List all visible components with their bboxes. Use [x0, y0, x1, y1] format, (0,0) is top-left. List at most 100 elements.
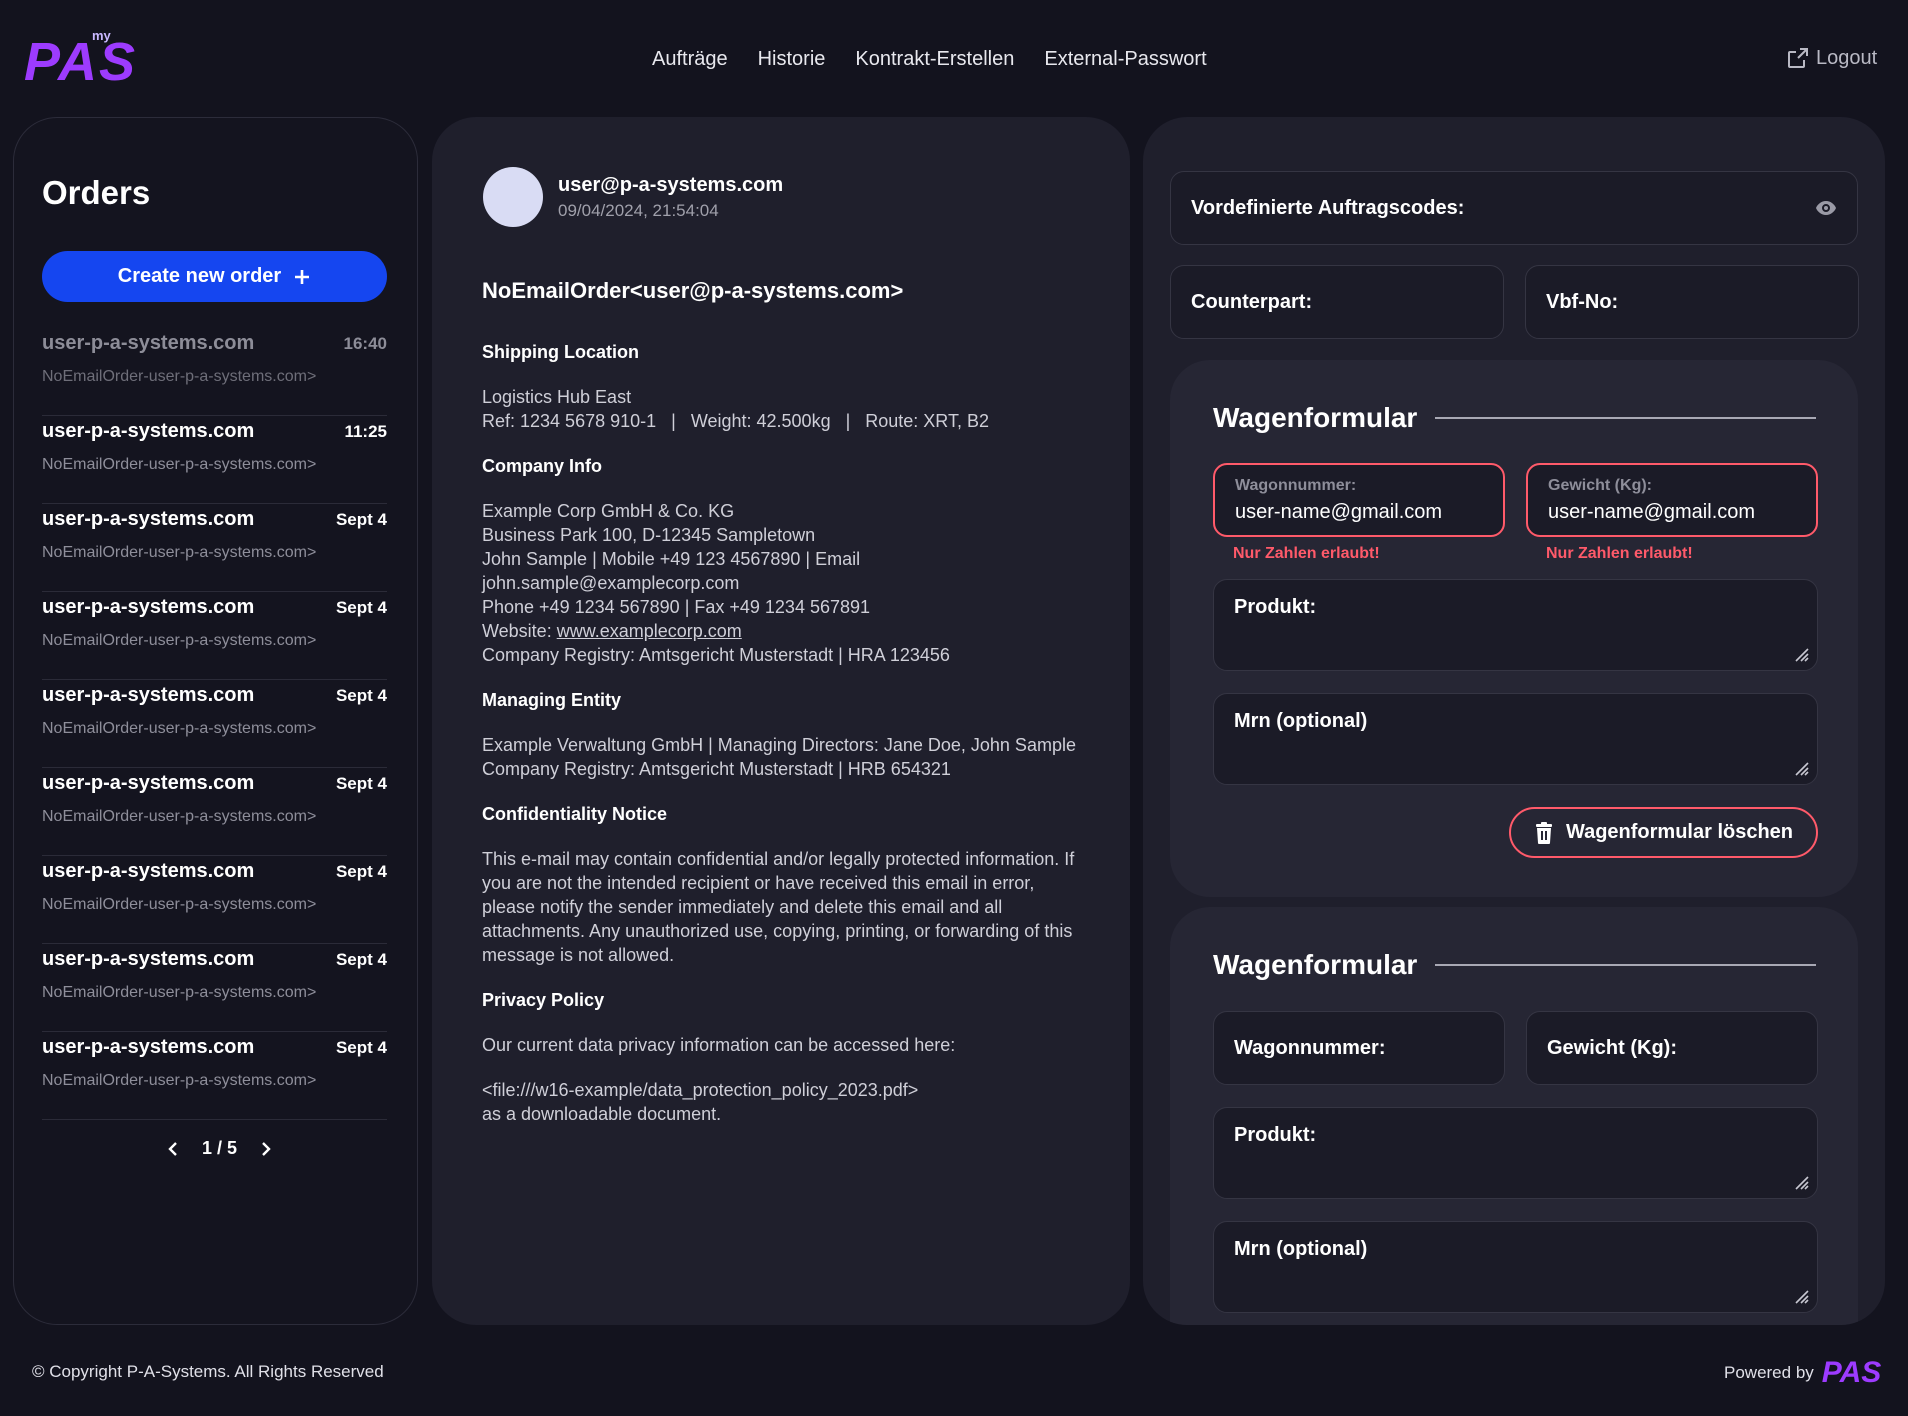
nav-historie[interactable]: Historie	[758, 48, 826, 71]
privacy-link[interactable]: <file:///w16-example/data_protection_pol…	[482, 1080, 918, 1100]
powered-by-logo: PAS	[1821, 1356, 1882, 1389]
resize-grip-icon[interactable]	[1795, 648, 1809, 662]
copyright-text: © Copyright P-A-Systems. All Rights Rese…	[32, 1362, 384, 1381]
product-textarea[interactable]: Produkt:	[1213, 1107, 1818, 1199]
wagon-number-label: Wagonnummer:	[1235, 477, 1357, 494]
order-sender: user-p-a-systems.com	[42, 948, 255, 970]
resize-grip-icon[interactable]	[1795, 1176, 1809, 1190]
company-registry: Company Registry: Amtsgericht Musterstad…	[482, 645, 950, 665]
company-website-link[interactable]: www.examplecorp.com	[557, 621, 742, 641]
page-indicator: 1 / 5	[202, 1138, 238, 1158]
resize-grip-icon[interactable]	[1795, 762, 1809, 776]
company-name: Example Corp GmbH & Co. KG	[482, 501, 735, 521]
order-subject: NoEmailOrder-user-p-a-systems.com>	[42, 808, 317, 825]
managing-heading: Managing Entity	[482, 690, 621, 710]
managing-section: Example Verwaltung GmbH | Managing Direc…	[482, 733, 1092, 781]
order-list-item[interactable]: user-p-a-systems.com Sept 4 NoEmailOrder…	[42, 680, 387, 768]
wagon-number-error: Nur Zahlen erlaubt!	[1233, 545, 1380, 562]
order-time: Sept 4	[335, 510, 387, 529]
vbf-no-label: Vbf-No:	[1546, 290, 1619, 313]
company-phone: Phone +49 1234 567890 | Fax +49 1234 567…	[482, 597, 871, 617]
title-divider	[1435, 417, 1816, 419]
mrn-textarea[interactable]: Mrn (optional)	[1213, 1221, 1818, 1313]
wagon-form-card: Wagenformular Wagonnummer: Gewicht (Kg):…	[1170, 907, 1858, 1325]
logout-button[interactable]: Logout	[1786, 46, 1877, 70]
privacy-text: Our current data privacy information can…	[482, 1035, 956, 1055]
managing-directors: Example Verwaltung GmbH | Managing Direc…	[482, 735, 1076, 755]
orders-list: user-p-a-systems.com 16:40 NoEmailOrder-…	[42, 328, 387, 1120]
order-list-item[interactable]: user-p-a-systems.com 11:25 NoEmailOrder-…	[42, 416, 387, 504]
order-sender: user-p-a-systems.com	[42, 1036, 255, 1058]
shipping-heading: Shipping Location	[482, 342, 639, 362]
delete-wagon-form-label: Wagenformular löschen	[1565, 821, 1794, 843]
nav-external-passwort[interactable]: External-Passwort	[1044, 48, 1206, 71]
email-date: 09/04/2024, 21:54:04	[558, 201, 719, 220]
order-list-item[interactable]: user-p-a-systems.com Sept 4 NoEmailOrder…	[42, 504, 387, 592]
wagon-number-input[interactable]: Wagonnummer: user-name@gmail.com	[1213, 463, 1505, 537]
weight-input[interactable]: Gewicht (Kg): user-name@gmail.com	[1526, 463, 1818, 537]
external-link-icon	[1788, 48, 1808, 68]
create-order-button[interactable]: Create new order	[42, 251, 387, 302]
weight-input[interactable]: Gewicht (Kg):	[1526, 1011, 1818, 1085]
order-subject: NoEmailOrder-user-p-a-systems.com>	[42, 368, 317, 385]
order-list-item[interactable]: user-p-a-systems.com Sept 4 NoEmailOrder…	[42, 856, 387, 944]
pagination: 1 / 5	[166, 1138, 273, 1159]
order-form-panel: Vordefinierte Auftragscodes: Counterpart…	[1143, 117, 1885, 1325]
order-list-item[interactable]: user-p-a-systems.com 16:40 NoEmailOrder-…	[42, 328, 387, 416]
wagon-form-header: Wagenformular	[1213, 949, 1816, 981]
delete-wagon-form-button[interactable]: Wagenformular löschen	[1509, 807, 1818, 858]
order-subject: NoEmailOrder-user-p-a-systems.com>	[42, 544, 317, 561]
product-textarea[interactable]: Produkt:	[1213, 579, 1818, 671]
order-time: Sept 4	[335, 774, 387, 793]
order-time: Sept 4	[335, 862, 387, 881]
nav-kontrakt-erstellen[interactable]: Kontrakt-Erstellen	[855, 48, 1014, 71]
order-sender: user-p-a-systems.com	[42, 772, 255, 794]
counterpart-field[interactable]: Counterpart:	[1170, 265, 1504, 339]
wagon-number-label: Wagonnummer:	[1234, 1036, 1386, 1059]
counterpart-label: Counterpart:	[1191, 290, 1313, 313]
product-label: Produkt:	[1234, 596, 1317, 618]
confidentiality-text: This e-mail may contain confidential and…	[482, 849, 1075, 965]
order-sender: user-p-a-systems.com	[42, 508, 255, 530]
brand-logo[interactable]: PAS my	[24, 28, 135, 92]
privacy-heading: Privacy Policy	[482, 990, 605, 1010]
order-codes-select[interactable]: Vordefinierte Auftragscodes:	[1170, 171, 1858, 245]
order-subject: NoEmailOrder-user-p-a-systems.com>	[42, 456, 317, 473]
vbf-no-field[interactable]: Vbf-No:	[1525, 265, 1859, 339]
wagon-form-title: Wagenformular	[1213, 949, 1418, 980]
powered-by-label: Powered by	[1724, 1363, 1814, 1382]
order-time: 11:25	[344, 422, 387, 441]
weight-label: Gewicht (Kg):	[1547, 1036, 1677, 1059]
order-sender: user-p-a-systems.com	[42, 860, 255, 882]
mrn-label: Mrn (optional)	[1234, 1238, 1368, 1260]
logo-superscript: my	[92, 28, 111, 43]
privacy-tail: as a downloadable document.	[482, 1104, 722, 1124]
chevron-left-icon[interactable]	[166, 1141, 180, 1157]
logo-text: PAS	[24, 32, 138, 92]
wagon-form-header: Wagenformular	[1213, 402, 1816, 434]
mrn-textarea[interactable]: Mrn (optional)	[1213, 693, 1818, 785]
weight-value: user-name@gmail.com	[1548, 501, 1756, 523]
order-subject: NoEmailOrder-user-p-a-systems.com>	[42, 632, 317, 649]
shipping-location: Logistics Hub East	[482, 387, 632, 407]
order-subject: NoEmailOrder-user-p-a-systems.com>	[42, 896, 317, 913]
email-subject: NoEmailOrder<user@p-a-systems.com>	[482, 278, 904, 303]
order-list-item[interactable]: user-p-a-systems.com Sept 4 NoEmailOrder…	[42, 1032, 387, 1120]
chevron-right-icon[interactable]	[259, 1141, 273, 1157]
wagon-number-input[interactable]: Wagonnummer:	[1213, 1011, 1505, 1085]
order-list-item[interactable]: user-p-a-systems.com Sept 4 NoEmailOrder…	[42, 944, 387, 1032]
eye-icon[interactable]	[1815, 200, 1837, 216]
company-website-label: Website:	[482, 621, 557, 641]
order-time: Sept 4	[335, 686, 387, 705]
nav-auftraege[interactable]: Aufträge	[652, 48, 728, 71]
order-time: Sept 4	[335, 1038, 387, 1057]
resize-grip-icon[interactable]	[1795, 1290, 1809, 1304]
shipping-section: Logistics Hub East Ref: 1234 5678 910-1 …	[482, 385, 1092, 433]
orders-title: Orders	[42, 174, 151, 211]
order-list-item[interactable]: user-p-a-systems.com Sept 4 NoEmailOrder…	[42, 592, 387, 680]
order-time: 16:40	[343, 334, 387, 353]
order-sender: user-p-a-systems.com	[42, 684, 255, 706]
company-heading: Company Info	[482, 456, 602, 476]
shipping-details: Ref: 1234 5678 910-1 | Weight: 42.500kg …	[482, 411, 989, 431]
order-list-item[interactable]: user-p-a-systems.com Sept 4 NoEmailOrder…	[42, 768, 387, 856]
